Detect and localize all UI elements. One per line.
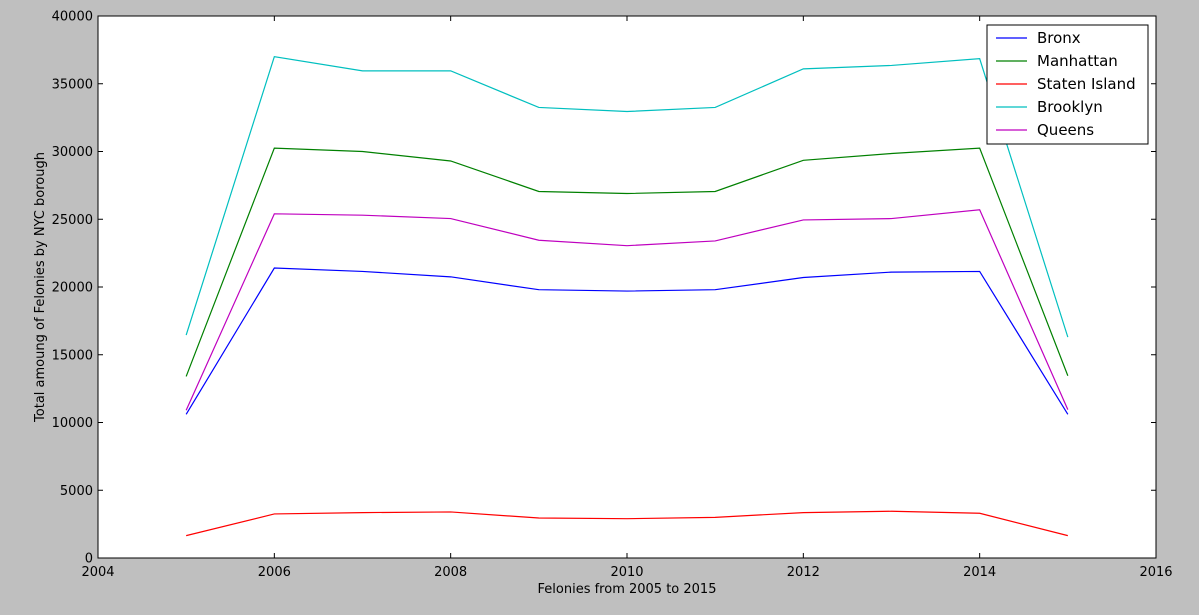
y-axis-label: Total amoung of Felonies by NYC borough <box>33 152 48 423</box>
legend: Bronx Manhattan Staten Island Brooklyn Queen… <box>986 24 1149 145</box>
legend-label: Queens <box>1037 121 1094 139</box>
legend-label: Manhattan <box>1037 52 1118 70</box>
x-tick-label: 2012 <box>787 565 820 580</box>
y-tick-label: 25000 <box>52 213 93 228</box>
x-tick-label: 2010 <box>610 565 643 580</box>
y-tick-label: 35000 <box>52 77 93 92</box>
y-tick-label: 30000 <box>52 145 93 160</box>
y-tick-label: 10000 <box>52 416 93 431</box>
legend-label: Brooklyn <box>1037 98 1103 116</box>
x-tick-label: 2014 <box>963 565 996 580</box>
x-tick-label: 2004 <box>81 565 114 580</box>
legend-label: Staten Island <box>1037 75 1136 93</box>
x-tick-label: 2016 <box>1139 565 1172 580</box>
y-tick-label: 15000 <box>52 348 93 363</box>
y-tick-label: 0 <box>85 552 93 567</box>
y-tick-label: 5000 <box>60 484 93 499</box>
y-tick-label: 20000 <box>52 281 93 296</box>
y-tick-label: 40000 <box>52 10 93 25</box>
chart-container: 2004 2006 2008 2010 2012 2014 2016 0 5000 10000 15… <box>0 0 1199 611</box>
x-tick-label: 2008 <box>434 565 467 580</box>
line-chart: 2004 2006 2008 2010 2012 2014 2016 0 5000 10000 15… <box>33 10 1173 598</box>
x-tick-label: 2006 <box>258 565 291 580</box>
legend-label: Bronx <box>1037 29 1081 47</box>
x-axis-label: Felonies from 2005 to 2015 <box>538 582 717 597</box>
